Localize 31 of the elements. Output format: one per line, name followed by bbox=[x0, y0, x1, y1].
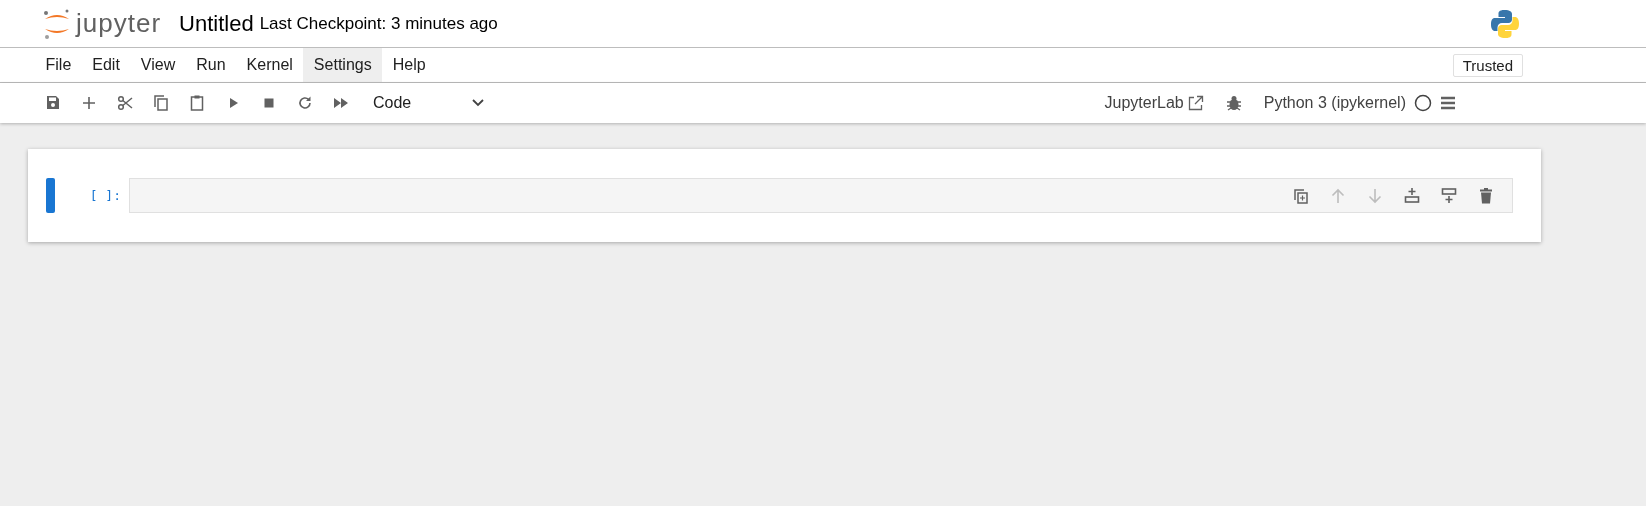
menu-item[interactable]: Edit bbox=[81, 48, 131, 82]
code-cell[interactable]: [ ]: bbox=[28, 149, 1541, 242]
code-input-field[interactable] bbox=[129, 178, 1513, 213]
paste-icon bbox=[188, 94, 206, 112]
python-logo-icon bbox=[1490, 8, 1520, 39]
menu-item[interactable]: Settings bbox=[303, 48, 383, 82]
trusted-button[interactable]: Trusted bbox=[1452, 53, 1523, 77]
cell-type-dropdown[interactable]: Code bbox=[365, 89, 493, 117]
notebook-title[interactable]: Untitled bbox=[179, 10, 254, 37]
cell-prompt: [ ]: bbox=[88, 188, 122, 203]
insert-above-icon bbox=[1402, 186, 1421, 205]
chevron-down-icon bbox=[471, 98, 485, 108]
menu-icon[interactable] bbox=[1440, 95, 1456, 111]
kernel-name[interactable]: Python 3 (ipykernel) bbox=[1263, 94, 1406, 112]
cut-icon bbox=[116, 94, 134, 112]
menu-item[interactable]: View bbox=[130, 48, 186, 82]
duplicate-icon bbox=[1291, 186, 1310, 205]
jupyter-logo-text: jupyter bbox=[76, 8, 162, 39]
copy-icon bbox=[152, 94, 170, 112]
menu-item[interactable]: Help bbox=[382, 48, 437, 82]
add-icon bbox=[80, 94, 98, 112]
restart-icon bbox=[296, 94, 314, 112]
menu-item[interactable]: File bbox=[35, 48, 82, 82]
insert-below-icon bbox=[1439, 186, 1458, 205]
menu-item[interactable]: Run bbox=[185, 48, 237, 82]
jupyterlab-link[interactable]: JupyterLab bbox=[1104, 94, 1204, 112]
checkpoint-status: Last Checkpoint: 3 minutes ago bbox=[259, 13, 498, 34]
menu-item[interactable]: Kernel bbox=[236, 48, 304, 82]
bug-icon[interactable] bbox=[1225, 95, 1242, 111]
save-icon bbox=[44, 94, 62, 112]
external-link-icon bbox=[1187, 95, 1204, 111]
